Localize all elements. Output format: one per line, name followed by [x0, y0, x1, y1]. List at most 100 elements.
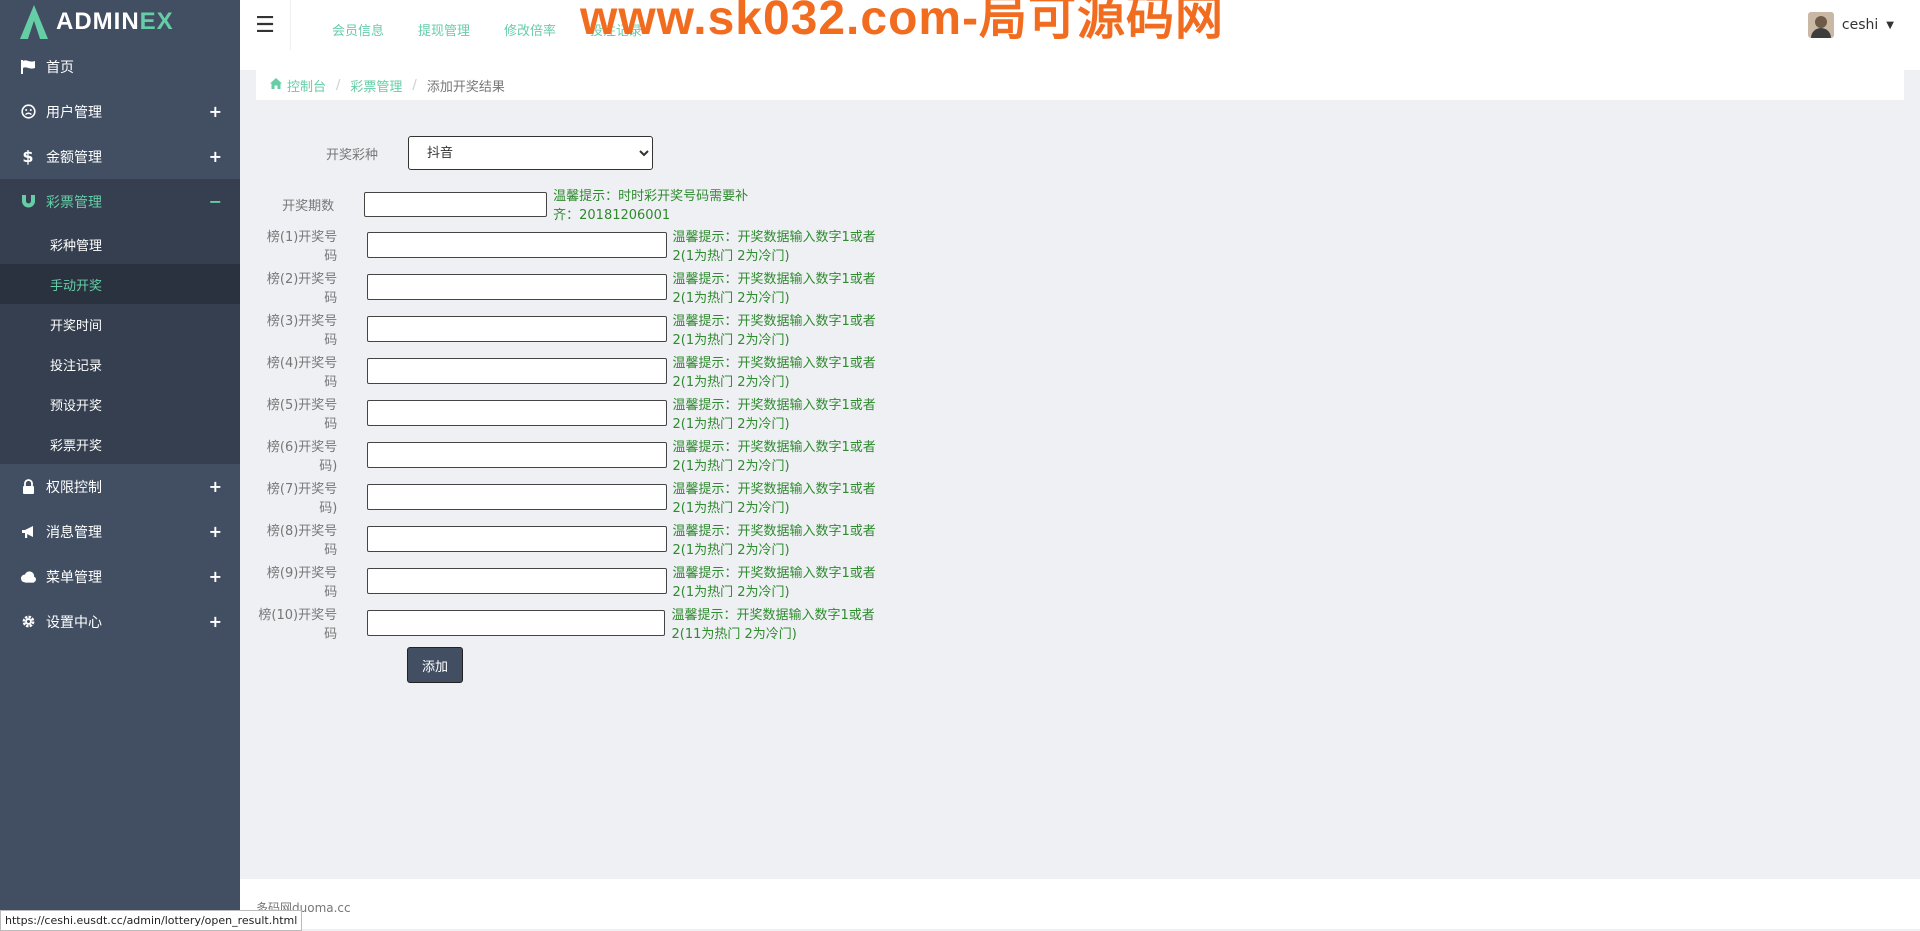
status-bar-url: https://ceshi.eusdt.cc/admin/lottery/ope…	[0, 910, 303, 931]
form-row-rank: 榜(3)开奖号码 温馨提示：开奖数据输入数字1或者2(1为热门 2为冷门)	[256, 310, 886, 348]
sidebar: ADMIN EX 首页 用户管理 + $ 金额管理 + 彩票管理 − 彩种管理 手…	[0, 0, 240, 929]
sidebar-item-lottery[interactable]: 彩票管理 −	[0, 179, 240, 224]
field-label: 开奖彩种	[325, 147, 378, 163]
topnav-member-info[interactable]: 会员信息	[332, 20, 384, 39]
field-label: 榜(8)开奖号码	[266, 524, 338, 558]
rank-number-input[interactable]	[367, 610, 666, 636]
logo-mark-icon	[20, 5, 48, 39]
rank-number-input[interactable]	[367, 484, 667, 510]
sidebar-item-label: 消息管理	[46, 524, 102, 541]
breadcrumb-section[interactable]: 彩票管理	[350, 76, 402, 95]
lottery-type-select[interactable]: 抖音	[408, 136, 653, 170]
bullhorn-icon	[20, 524, 36, 540]
cloud-icon	[20, 569, 36, 585]
form-row-rank: 榜(5)开奖号码 温馨提示：开奖数据输入数字1或者2(1为热门 2为冷门)	[256, 394, 886, 432]
form-row-period: 开奖期数 温馨提示：时时彩开奖号码需要补齐：20181206001	[256, 185, 753, 223]
sidebar-item-messages[interactable]: 消息管理 +	[0, 509, 240, 554]
breadcrumb-current: 添加开奖结果	[426, 79, 505, 95]
field-hint: 温馨提示：时时彩开奖号码需要补齐：20181206001	[553, 189, 749, 223]
field-label: 榜(4)开奖号码	[266, 356, 338, 390]
field-hint: 温馨提示：开奖数据输入数字1或者2(1为热门 2为冷门)	[672, 566, 876, 600]
rank-number-input[interactable]	[367, 358, 667, 384]
sidebar-item-label: 首页	[46, 59, 74, 76]
sidebar-item-label: 彩票管理	[46, 194, 102, 211]
rank-number-input[interactable]	[367, 442, 667, 468]
rank-number-input[interactable]	[367, 274, 667, 300]
sidebar-item-finance[interactable]: $ 金额管理 +	[0, 134, 240, 179]
footer: 多码网duoma.cc	[240, 879, 1920, 929]
field-hint: 温馨提示：开奖数据输入数字1或者2(1为热门 2为冷门)	[672, 440, 876, 474]
add-button[interactable]: 添加	[407, 647, 463, 683]
sidebar-item-label: 金额管理	[46, 149, 102, 166]
lock-icon	[20, 479, 36, 495]
brand-name: ADMIN	[56, 8, 140, 35]
menu-toggle-icon[interactable]: ☰	[240, 0, 291, 50]
home-icon	[270, 77, 282, 93]
brand-logo[interactable]: ADMIN EX	[0, 0, 240, 44]
expand-icon: +	[208, 102, 222, 121]
smile-icon	[20, 104, 36, 120]
caret-down-icon: ▼	[1886, 19, 1894, 31]
topnav-odds[interactable]: 修改倍率	[504, 20, 556, 39]
field-hint: 温馨提示：开奖数据输入数字1或者2(1为热门 2为冷门)	[672, 482, 876, 516]
brand-suffix: EX	[139, 8, 174, 35]
field-label: 榜(2)开奖号码	[266, 272, 338, 306]
rank-number-input[interactable]	[367, 400, 667, 426]
rank-number-input[interactable]	[367, 316, 667, 342]
breadcrumb-home[interactable]: 控制台	[287, 76, 326, 95]
submenu-item-draw-time[interactable]: 开奖时间	[0, 304, 240, 344]
breadcrumb: 控制台 / 彩票管理 / 添加开奖结果	[256, 70, 1904, 100]
form-row-rank: 榜(7)开奖号码) 温馨提示：开奖数据输入数字1或者2(1为热门 2为冷门)	[256, 478, 886, 516]
lottery-submenu: 彩种管理 手动开奖 开奖时间 投注记录 预设开奖 彩票开奖	[0, 224, 240, 464]
submenu-item-preset-draw[interactable]: 预设开奖	[0, 384, 240, 424]
sidebar-item-settings[interactable]: 设置中心 +	[0, 599, 240, 644]
user-menu[interactable]: ceshi ▼	[1807, 12, 1894, 38]
sidebar-item-home[interactable]: 首页	[0, 44, 240, 89]
rank-number-input[interactable]	[367, 232, 667, 258]
field-hint: 温馨提示：开奖数据输入数字1或者2(1为热门 2为冷门)	[672, 314, 876, 348]
form-row-rank: 榜(2)开奖号码 温馨提示：开奖数据输入数字1或者2(1为热门 2为冷门)	[256, 268, 886, 306]
field-label: 榜(1)开奖号码	[266, 230, 338, 264]
sidebar-item-label: 权限控制	[46, 479, 102, 496]
field-label: 榜(10)开奖号码	[258, 608, 338, 642]
sidebar-item-label: 用户管理	[46, 104, 102, 121]
field-hint: 温馨提示：开奖数据输入数字1或者2(1为热门 2为冷门)	[672, 230, 876, 264]
field-label: 榜(3)开奖号码	[266, 314, 338, 348]
topnav-withdrawals[interactable]: 提现管理	[418, 20, 470, 39]
sidebar-item-label: 菜单管理	[46, 569, 102, 586]
top-header: ☰ 会员信息 提现管理 修改倍率 投注记录 www.sk032.com-局可源码…	[240, 0, 1920, 71]
magnet-icon	[20, 194, 36, 210]
sidebar-item-label: 设置中心	[46, 614, 102, 631]
expand-icon: +	[208, 567, 222, 586]
breadcrumb-separator: /	[336, 77, 341, 93]
sidebar-item-permissions[interactable]: 权限控制 +	[0, 464, 240, 509]
field-hint: 温馨提示：开奖数据输入数字1或者2(1为热门 2为冷门)	[672, 272, 876, 306]
field-hint: 温馨提示：开奖数据输入数字1或者2(1为热门 2为冷门)	[672, 356, 876, 390]
submenu-item-lottery-types[interactable]: 彩种管理	[0, 224, 240, 264]
rank-number-input[interactable]	[367, 526, 667, 552]
period-input[interactable]	[364, 191, 548, 217]
flag-icon	[20, 59, 36, 75]
sidebar-item-menus[interactable]: 菜单管理 +	[0, 554, 240, 599]
field-label: 榜(7)开奖号码)	[266, 482, 338, 516]
expand-icon: +	[208, 477, 222, 496]
submenu-item-manual-draw[interactable]: 手动开奖	[0, 264, 240, 304]
form-row-rank: 榜(4)开奖号码 温馨提示：开奖数据输入数字1或者2(1为热门 2为冷门)	[256, 352, 886, 390]
form-row-rank: 榜(6)开奖号码) 温馨提示：开奖数据输入数字1或者2(1为热门 2为冷门)	[256, 436, 886, 474]
field-label: 榜(5)开奖号码	[266, 398, 338, 432]
submenu-item-bet-records[interactable]: 投注记录	[0, 344, 240, 384]
breadcrumb-separator: /	[412, 77, 417, 93]
field-hint: 温馨提示：开奖数据输入数字1或者2(1为热门 2为冷门)	[672, 524, 876, 558]
expand-icon: +	[208, 612, 222, 631]
form-row-rank: 榜(1)开奖号码 温馨提示：开奖数据输入数字1或者2(1为热门 2为冷门)	[256, 226, 886, 264]
expand-icon: +	[208, 147, 222, 166]
field-hint: 温馨提示：开奖数据输入数字1或者2(11为热门 2为冷门)	[671, 608, 875, 642]
sidebar-item-users[interactable]: 用户管理 +	[0, 89, 240, 134]
form-row-rank: 榜(9)开奖号码 温馨提示：开奖数据输入数字1或者2(1为热门 2为冷门)	[256, 562, 886, 600]
submenu-item-lottery-draw[interactable]: 彩票开奖	[0, 424, 240, 464]
rank-number-input[interactable]	[367, 568, 667, 594]
field-label: 开奖期数	[282, 198, 335, 214]
watermark: www.sk032.com-局可源码网	[580, 0, 1225, 45]
user-name: ceshi	[1841, 17, 1879, 33]
field-label: 榜(9)开奖号码	[266, 566, 338, 600]
